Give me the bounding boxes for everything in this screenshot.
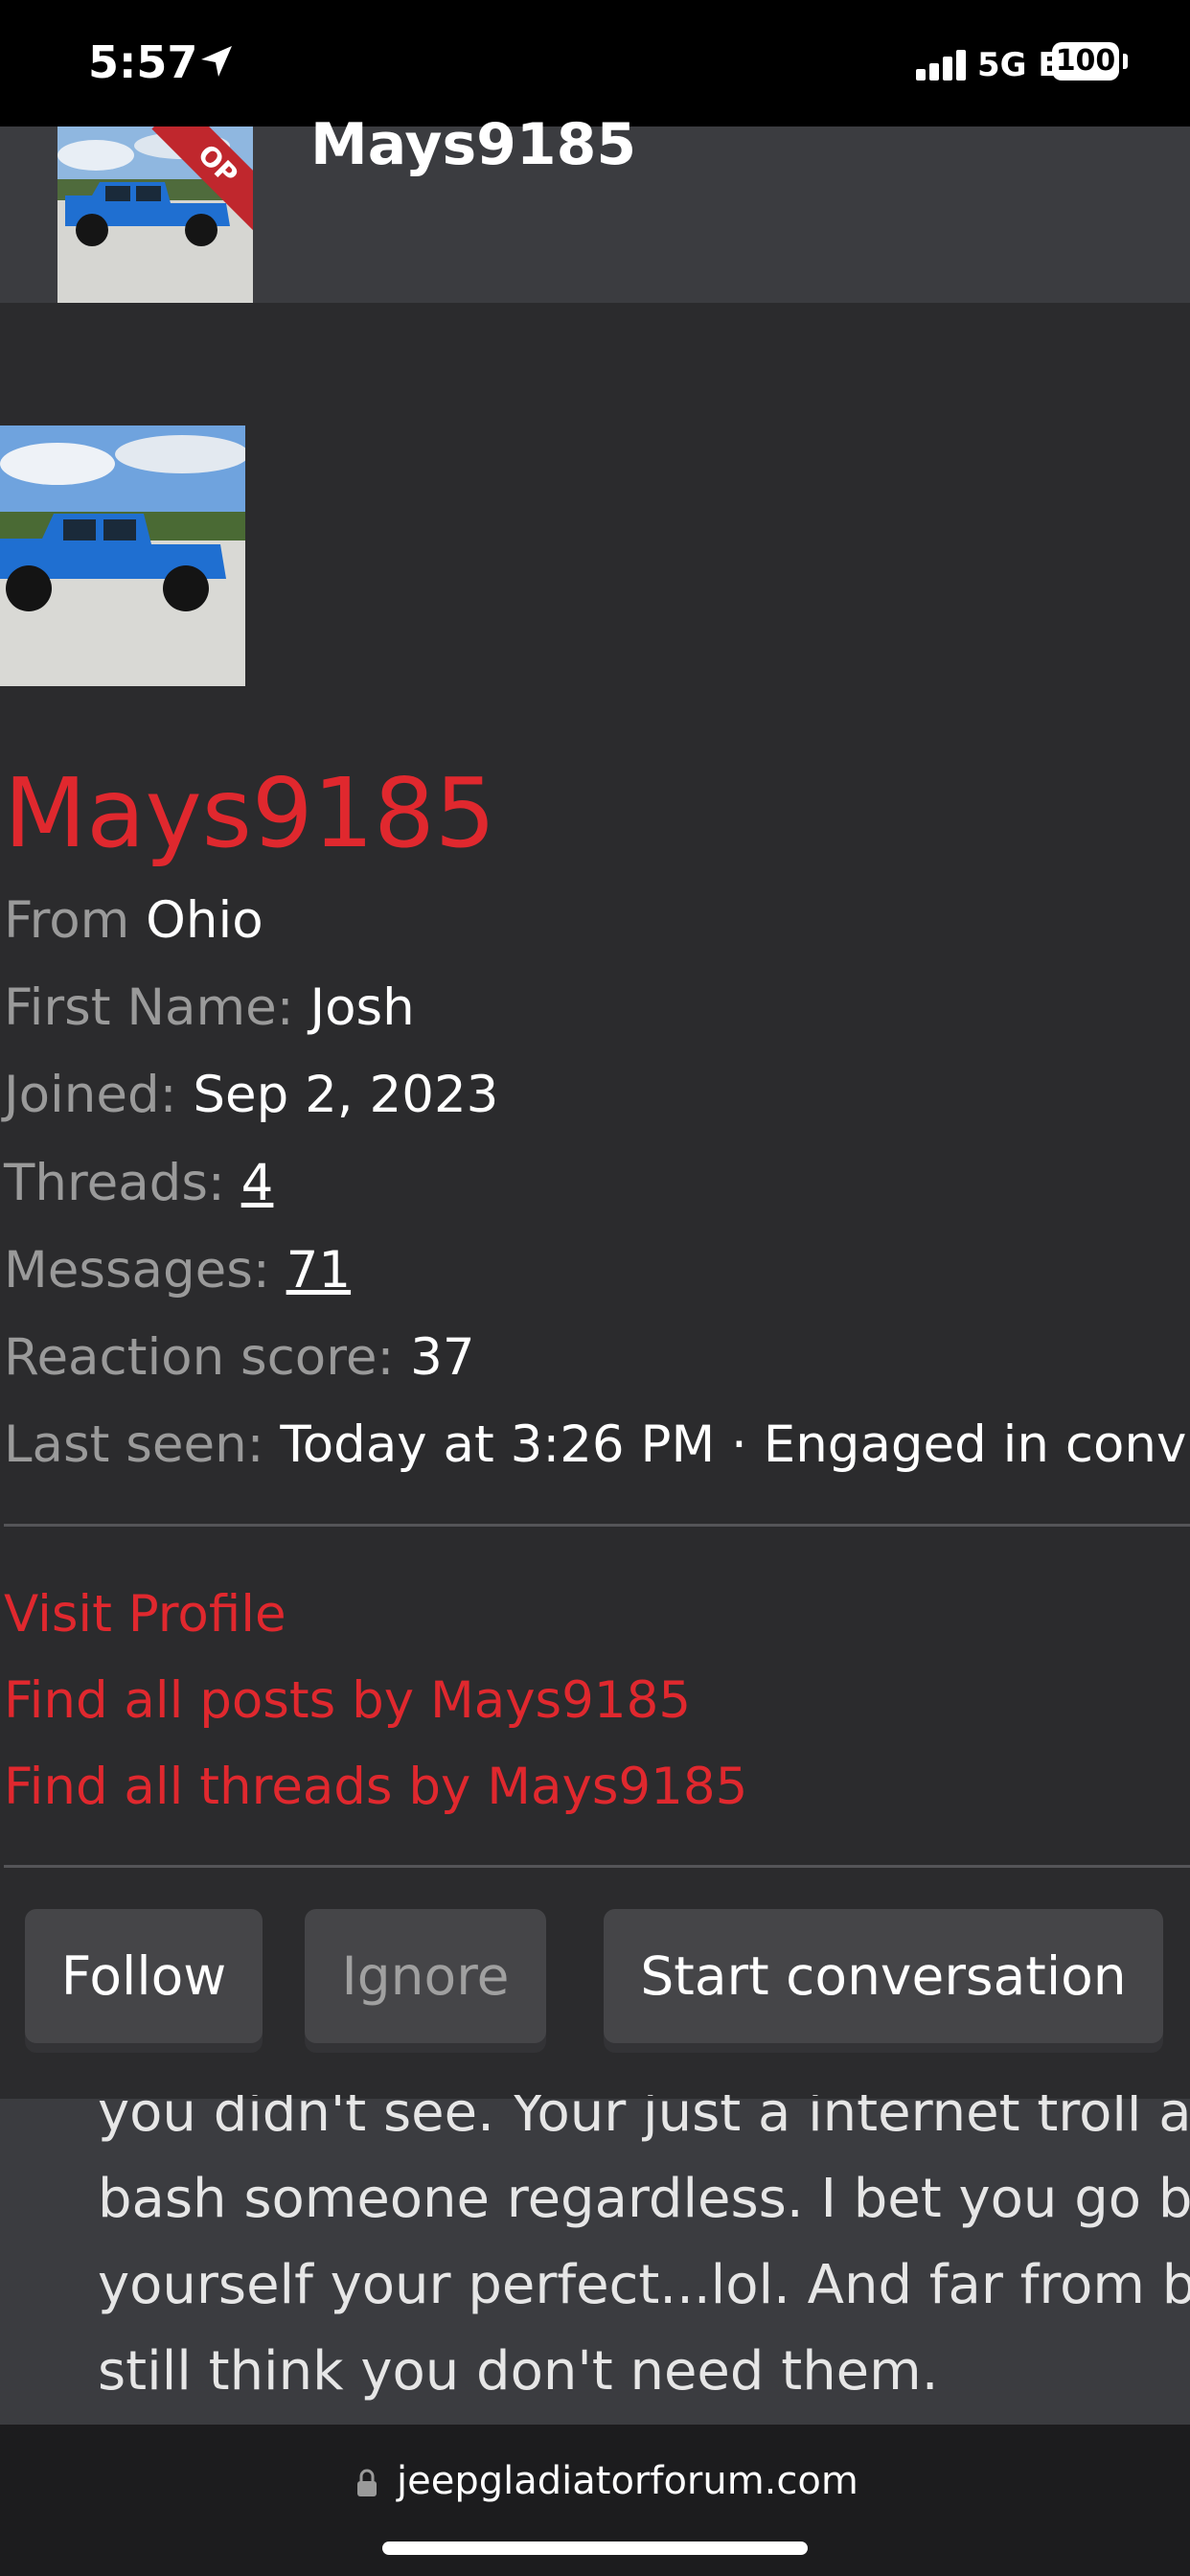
first-name-value: Josh bbox=[309, 978, 415, 1037]
reaction-value: 37 bbox=[410, 1328, 475, 1387]
start-conversation-button[interactable]: Start conversation bbox=[604, 1909, 1163, 2043]
joined-label: Joined: bbox=[4, 1066, 177, 1124]
status-bar: 5:57 5G E 100 bbox=[0, 0, 1190, 126]
info-last-seen: Last seen: Today at 3:26 PM · Engaged in… bbox=[4, 1415, 1190, 1474]
url-text[interactable]: jeepgladiatorforum.com bbox=[397, 2459, 858, 2503]
battery-nub bbox=[1123, 54, 1128, 69]
threads-label: Threads: bbox=[4, 1154, 225, 1212]
post-line: still think you don't need them. bbox=[98, 2340, 939, 2403]
info-location: From Ohio bbox=[4, 891, 263, 950]
joined-value: Sep 2, 2023 bbox=[193, 1066, 499, 1124]
battery-level: 100 bbox=[1055, 44, 1116, 78]
info-threads: Threads: 4 bbox=[4, 1154, 273, 1212]
find-threads-link[interactable]: Find all threads by Mays9185 bbox=[4, 1758, 747, 1816]
network-type: 5G E bbox=[977, 46, 1061, 84]
post-line: bash someone regardless. I bet you go b bbox=[98, 2168, 1190, 2230]
member-username[interactable]: Mays9185 bbox=[4, 757, 495, 869]
post-avatar[interactable]: OP bbox=[57, 126, 253, 303]
status-time: 5:57 bbox=[88, 36, 198, 88]
last-seen-label: Last seen: bbox=[4, 1415, 264, 1474]
location-value: Ohio bbox=[146, 891, 263, 950]
post-author-name[interactable]: Mays9185 bbox=[310, 111, 636, 178]
messages-count-link[interactable]: 71 bbox=[286, 1241, 351, 1300]
visit-profile-link[interactable]: Visit Profile bbox=[4, 1585, 286, 1644]
threads-count-link[interactable]: 4 bbox=[241, 1154, 274, 1212]
member-avatar[interactable] bbox=[0, 426, 245, 686]
lock-icon bbox=[357, 2469, 377, 2496]
reaction-label: Reaction score: bbox=[4, 1328, 395, 1387]
location-label: From bbox=[4, 891, 130, 950]
home-indicator[interactable] bbox=[382, 2542, 808, 2555]
post-body: you didn't see. Your just a internet tro… bbox=[98, 2070, 1190, 2415]
divider bbox=[4, 1524, 1190, 1527]
divider bbox=[4, 1865, 1190, 1868]
jeep-photo-icon bbox=[0, 426, 245, 686]
location-arrow-icon bbox=[201, 46, 232, 77]
battery-icon: 100 bbox=[1052, 42, 1119, 80]
find-posts-link[interactable]: Find all posts by Mays9185 bbox=[4, 1671, 691, 1730]
last-seen-value: Today at 3:26 PM · Engaged in conv bbox=[280, 1415, 1187, 1474]
messages-label: Messages: bbox=[4, 1241, 270, 1300]
post-line: yourself your perfect...lol. And far fro… bbox=[98, 2254, 1190, 2316]
info-messages: Messages: 71 bbox=[4, 1241, 351, 1300]
first-name-label: First Name: bbox=[4, 978, 294, 1037]
info-first-name: First Name: Josh bbox=[4, 978, 415, 1037]
ignore-button[interactable]: Ignore bbox=[305, 1909, 546, 2043]
cellular-signal-icon bbox=[916, 48, 970, 80]
info-reaction-score: Reaction score: 37 bbox=[4, 1328, 475, 1387]
info-joined: Joined: Sep 2, 2023 bbox=[4, 1066, 498, 1124]
follow-button[interactable]: Follow bbox=[25, 1909, 263, 2043]
